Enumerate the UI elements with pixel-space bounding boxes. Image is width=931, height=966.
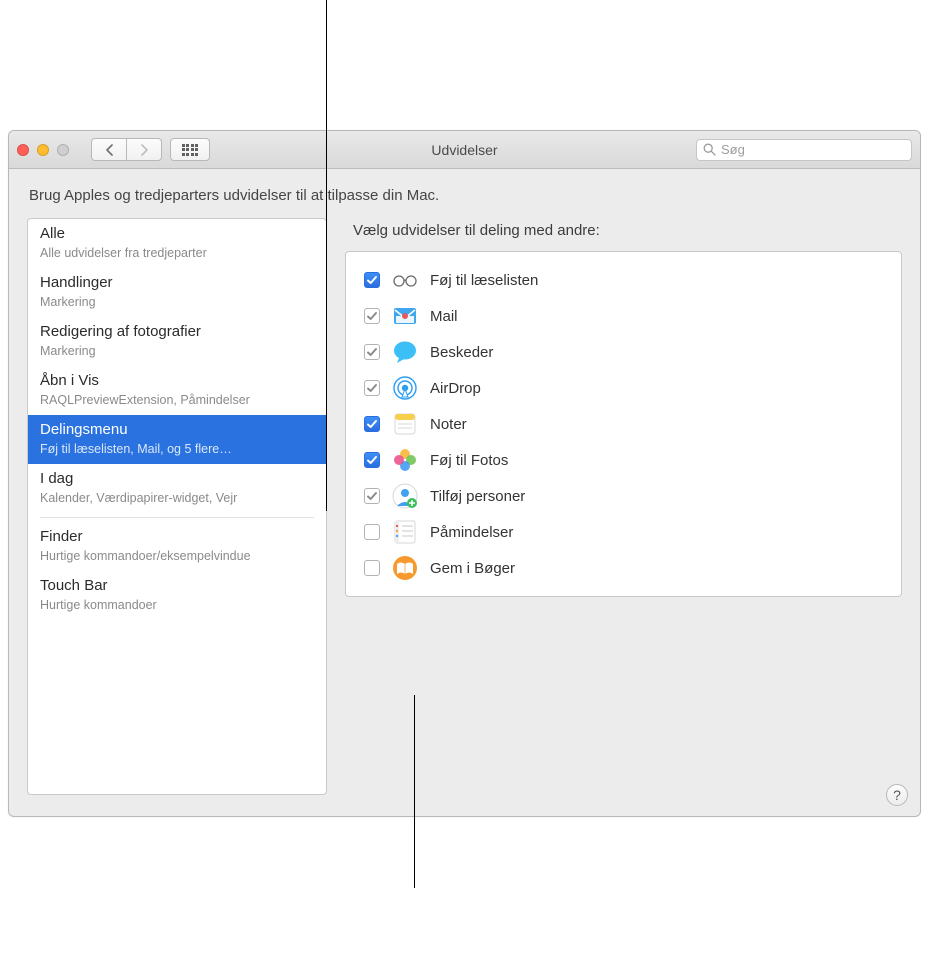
grid-icon [182, 144, 199, 156]
extension-label: Påmindelser [430, 524, 513, 541]
checkbox[interactable] [364, 452, 380, 468]
extension-label: Føj til Fotos [430, 452, 508, 469]
sidebar-item[interactable]: Redigering af fotografierMarkering [28, 317, 326, 366]
sidebar-item-subtitle: Kalender, Værdipapirer-widget, Vejr [40, 490, 314, 506]
forward-button[interactable] [126, 138, 162, 161]
sidebar: AlleAlle udvidelser fra tredjeparterHand… [27, 218, 327, 795]
extension-row: Påmindelser [360, 514, 887, 550]
extension-row: Gem i Bøger [360, 550, 887, 586]
sidebar-item[interactable]: FinderHurtige kommandoer/eksempelvindue [28, 522, 326, 571]
extension-label: Noter [430, 416, 467, 433]
sidebar-item-subtitle: Føj til læselisten, Mail, og 5 flere… [40, 441, 314, 457]
extension-row: Noter [360, 406, 887, 442]
checkbox[interactable] [364, 272, 380, 288]
sidebar-item[interactable]: I dagKalender, Værdipapirer-widget, Vejr [28, 464, 326, 513]
checkbox[interactable] [364, 488, 380, 504]
extension-row: Mail [360, 298, 887, 334]
extension-label: Gem i Bøger [430, 560, 515, 577]
chevron-right-icon [140, 144, 149, 156]
main-panel: Vælg udvidelser til deling med andre: Fø… [345, 218, 902, 795]
extension-row: Føj til Fotos [360, 442, 887, 478]
sidebar-item-subtitle: Hurtige kommandoer [40, 597, 314, 613]
page-description: Brug Apples og tredjeparters udvidelser … [9, 169, 920, 218]
sidebar-item-title: Alle [40, 225, 314, 244]
sidebar-item-subtitle: RAQLPreviewExtension, Påmindelser [40, 392, 314, 408]
sidebar-item[interactable]: Åbn i VisRAQLPreviewExtension, Påmindels… [28, 366, 326, 415]
search-input[interactable]: Søg [696, 139, 912, 161]
nav-buttons [91, 138, 162, 161]
messages-icon [392, 339, 418, 365]
preferences-window: Udvidelser Søg Brug Apples og tredjepart… [8, 130, 921, 817]
books-icon [392, 555, 418, 581]
sidebar-item-subtitle: Markering [40, 294, 314, 310]
sidebar-item-subtitle: Markering [40, 343, 314, 359]
window-controls [17, 144, 69, 156]
checkbox[interactable] [364, 308, 380, 324]
airdrop-icon [392, 375, 418, 401]
sidebar-item-title: Redigering af fotografier [40, 323, 314, 342]
sidebar-item-title: Handlinger [40, 274, 314, 293]
extension-row: Tilføj personer [360, 478, 887, 514]
sidebar-item-title: Touch Bar [40, 577, 314, 596]
help-button[interactable]: ? [886, 784, 908, 806]
sidebar-item[interactable]: HandlingerMarkering [28, 268, 326, 317]
minimize-button[interactable] [37, 144, 49, 156]
reminders-icon [392, 519, 418, 545]
sidebar-item-subtitle: Alle udvidelser fra tredjeparter [40, 245, 314, 261]
main-heading: Vælg udvidelser til deling med andre: [345, 218, 902, 251]
sidebar-separator [40, 517, 314, 518]
sidebar-item-title: Åbn i Vis [40, 372, 314, 391]
extension-label: AirDrop [430, 380, 481, 397]
extension-label: Tilføj personer [430, 488, 525, 505]
extension-label: Beskeder [430, 344, 493, 361]
callout-line [414, 695, 415, 888]
checkbox[interactable] [364, 524, 380, 540]
checkbox[interactable] [364, 560, 380, 576]
notes-icon [392, 411, 418, 437]
callout-line [326, 0, 327, 511]
close-button[interactable] [17, 144, 29, 156]
show-all-button[interactable] [170, 138, 210, 161]
sidebar-item-title: Delingsmenu [40, 421, 314, 440]
sidebar-item[interactable]: DelingsmenuFøj til læselisten, Mail, og … [28, 415, 326, 464]
body: AlleAlle udvidelser fra tredjeparterHand… [9, 218, 920, 813]
person-add-icon [392, 483, 418, 509]
extensions-list: Føj til læselisten Mail Beskeder AirDrop… [345, 251, 902, 597]
chevron-left-icon [105, 144, 114, 156]
photos-icon [392, 447, 418, 473]
mail-icon [392, 303, 418, 329]
sidebar-item[interactable]: Touch BarHurtige kommandoer [28, 571, 326, 620]
back-button[interactable] [91, 138, 127, 161]
sidebar-item[interactable]: AlleAlle udvidelser fra tredjeparter [28, 219, 326, 268]
search-placeholder: Søg [721, 142, 745, 157]
extension-row: Føj til læselisten [360, 262, 887, 298]
zoom-button[interactable] [57, 144, 69, 156]
titlebar: Udvidelser Søg [9, 131, 920, 169]
help-icon: ? [893, 787, 901, 803]
extension-label: Føj til læselisten [430, 272, 538, 289]
checkbox[interactable] [364, 416, 380, 432]
checkbox[interactable] [364, 344, 380, 360]
sidebar-item-subtitle: Hurtige kommandoer/eksempelvindue [40, 548, 314, 564]
extension-label: Mail [430, 308, 458, 325]
extension-row: Beskeder [360, 334, 887, 370]
glasses-icon [392, 267, 418, 293]
extension-row: AirDrop [360, 370, 887, 406]
search-icon [703, 143, 716, 156]
checkbox[interactable] [364, 380, 380, 396]
sidebar-item-title: I dag [40, 470, 314, 489]
sidebar-item-title: Finder [40, 528, 314, 547]
